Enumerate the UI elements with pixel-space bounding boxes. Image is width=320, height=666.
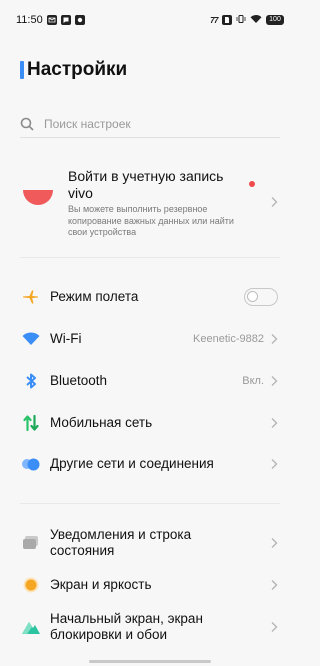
settings-item-wifi[interactable]: Wi-Fi Keenetic-9882 xyxy=(0,319,300,359)
wifi-icon xyxy=(21,329,41,349)
other-networks-icon xyxy=(21,454,41,474)
airplane-mode-toggle[interactable] xyxy=(244,288,278,306)
airplane-icon xyxy=(21,287,41,307)
chevron-right-icon xyxy=(270,417,278,429)
status-bar-left: 11:50 xyxy=(16,14,85,26)
notifications-icon xyxy=(21,533,41,553)
settings-item-airplane-mode[interactable]: Режим полета xyxy=(0,277,300,317)
settings-item-bluetooth[interactable]: Bluetooth Вкл. xyxy=(0,361,300,401)
chat-notification-icon xyxy=(74,15,85,25)
chevron-right-icon xyxy=(270,333,278,345)
section-divider xyxy=(20,257,280,258)
settings-item-label: Wi-Fi xyxy=(50,331,82,346)
wifi-status-icon xyxy=(250,14,262,27)
chevron-right-icon xyxy=(270,621,278,633)
settings-item-label: Уведомления и строка состояния xyxy=(50,527,192,558)
settings-item-label: Экран и яркость xyxy=(50,577,152,592)
wallpaper-icon xyxy=(21,617,41,637)
account-card[interactable]: Войти в учетную запись vivo Вы можете вы… xyxy=(20,164,280,248)
settings-item-label: Bluetooth xyxy=(50,373,108,388)
status-bar: 11:50 77 100 xyxy=(0,0,300,32)
account-notification-dot xyxy=(249,181,255,187)
signal-strength-icon: 77 xyxy=(210,15,218,25)
vibrate-icon xyxy=(236,14,246,27)
wifi-network-name: Keenetic-9882 xyxy=(193,333,264,345)
sim-icon xyxy=(222,15,232,25)
settings-item-label: Мобильная сеть xyxy=(50,415,153,430)
mail-notification-icon xyxy=(46,15,57,25)
page-title: Настройки xyxy=(27,59,128,80)
chevron-right-icon xyxy=(270,458,278,470)
settings-item-display[interactable]: Экран и яркость xyxy=(0,565,300,605)
search-input[interactable]: Поиск настроек xyxy=(44,117,131,131)
status-time: 11:50 xyxy=(16,14,43,26)
vivo-account-icon xyxy=(23,190,53,208)
search-bar[interactable]: Поиск настроек xyxy=(20,114,280,138)
toggle-knob xyxy=(247,291,258,302)
brightness-icon xyxy=(21,575,41,595)
bluetooth-icon xyxy=(21,371,41,391)
settings-item-home-screen[interactable]: Начальный экран, экран блокировки и обои xyxy=(0,607,300,647)
settings-item-notifications[interactable]: Уведомления и строка состояния xyxy=(0,523,300,563)
message-notification-icon xyxy=(60,15,71,25)
chevron-right-icon xyxy=(270,196,278,208)
mobile-network-icon xyxy=(21,413,41,433)
settings-item-label: Начальный экран, экран блокировки и обои xyxy=(50,611,203,642)
settings-item-label: Режим полета xyxy=(50,289,139,304)
settings-item-mobile-network[interactable]: Мобильная сеть xyxy=(0,403,300,443)
settings-item-label: Другие сети и соединения xyxy=(50,456,214,471)
chevron-right-icon xyxy=(270,579,278,591)
bluetooth-status: Вкл. xyxy=(242,375,264,387)
account-subtitle: Вы можете выполнить резервное копировани… xyxy=(68,204,234,237)
status-bar-right: 77 100 xyxy=(210,14,284,27)
settings-item-other-networks[interactable]: Другие сети и соединения xyxy=(0,444,300,484)
account-title: Войти в учетную запись vivo xyxy=(68,168,224,201)
title-accent-bar xyxy=(20,61,24,79)
chevron-right-icon xyxy=(270,375,278,387)
chevron-right-icon xyxy=(270,537,278,549)
page-header: Настройки xyxy=(0,32,300,86)
home-indicator[interactable] xyxy=(89,660,211,663)
battery-icon: 100 xyxy=(266,15,284,25)
section-divider xyxy=(20,503,280,504)
search-icon xyxy=(20,117,34,131)
